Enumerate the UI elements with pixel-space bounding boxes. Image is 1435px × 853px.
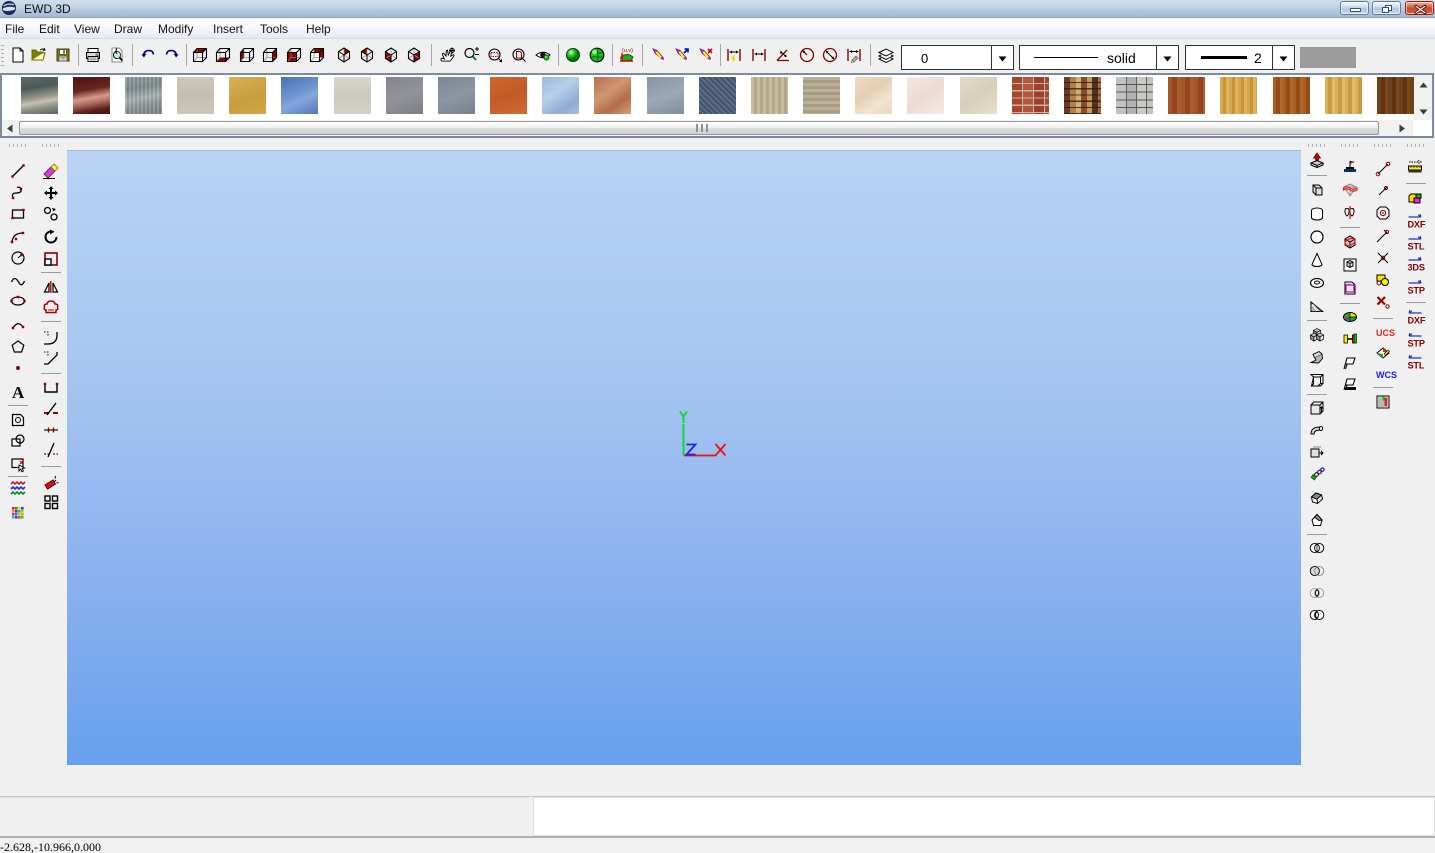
svg-text:STP: STP (1408, 338, 1425, 348)
svg-text:DXF: DXF (1408, 220, 1426, 230)
svg-text:(u,v): (u,v) (622, 48, 633, 54)
svg-text:STP: STP (1408, 285, 1425, 295)
svg-text:DXF: DXF (1408, 315, 1426, 325)
svg-text:STL: STL (1408, 360, 1425, 370)
svg-text:UCS: UCS (1376, 328, 1395, 338)
svg-text:A: A (12, 383, 25, 402)
svg-text:WCS: WCS (1376, 370, 1397, 380)
svg-text:3DS: 3DS (1408, 263, 1425, 273)
svg-text:STL: STL (1408, 242, 1425, 252)
